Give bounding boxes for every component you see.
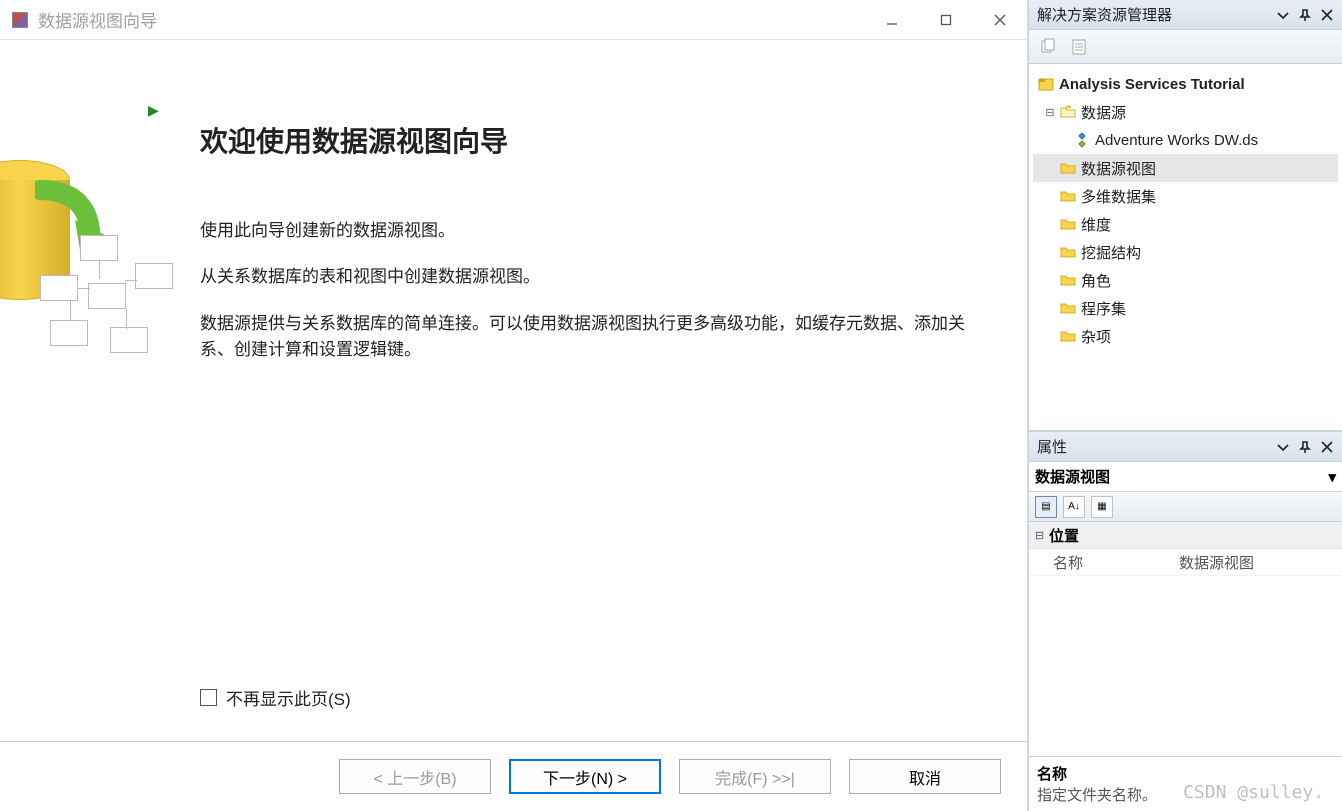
property-name: 名称 [1029, 549, 1179, 575]
properties-header: 属性 [1029, 432, 1342, 462]
wizard-dialog: 数据源视图向导 ▶ [0, 0, 1028, 811]
tree-label: 程序集 [1081, 298, 1126, 319]
properties-object-name: 数据源视图 [1035, 466, 1110, 487]
tree-folder-roles[interactable]: 角色 [1033, 266, 1338, 294]
categorized-button[interactable]: ▤ [1035, 496, 1057, 518]
wizard-side-graphic: ▶ [0, 40, 180, 741]
finish-button: 完成(F) >>| [679, 759, 831, 794]
back-button: < 上一步(B) [339, 759, 491, 794]
collapse-icon[interactable]: ⊟ [1043, 106, 1057, 119]
help-name: 名称 [1037, 763, 1334, 784]
checkbox-icon[interactable] [200, 689, 217, 706]
tree-item-datasource[interactable]: Adventure Works DW.ds [1033, 126, 1338, 154]
next-button[interactable]: 下一步(N) > [509, 759, 661, 794]
tree-label: 挖掘结构 [1081, 242, 1141, 263]
tree-label: Analysis Services Tutorial [1059, 76, 1245, 93]
property-row[interactable]: 名称 数据源视图 [1029, 549, 1342, 576]
wizard-body: ▶ 欢迎使用数据源视图向导 [0, 40, 1027, 741]
window-minimize-button[interactable] [865, 0, 919, 40]
datasource-icon [1073, 131, 1091, 149]
properties-grid[interactable]: ⊟ 位置 名称 数据源视图 [1029, 522, 1342, 756]
wizard-titlebar: 数据源视图向导 [0, 0, 1027, 40]
tree-folder-assemblies[interactable]: 程序集 [1033, 294, 1338, 322]
properties-title: 属性 [1037, 436, 1067, 457]
copy-icon[interactable] [1037, 36, 1059, 58]
tree-label: 数据源视图 [1081, 158, 1156, 179]
tree-folder-dimensions[interactable]: 维度 [1033, 210, 1338, 238]
folder-icon [1059, 159, 1077, 177]
tree-folder-cubes[interactable]: 多维数据集 [1033, 182, 1338, 210]
panel-close-button[interactable] [1316, 4, 1338, 26]
tree-label: 杂项 [1081, 326, 1111, 347]
tree-label: 维度 [1081, 214, 1111, 235]
tree-folder-misc[interactable]: 杂项 [1033, 322, 1338, 350]
skip-page-checkbox-row[interactable]: 不再显示此页(S) [200, 685, 351, 710]
project-icon [1037, 75, 1055, 93]
wizard-paragraph: 从关系数据库的表和视图中创建数据源视图。 [200, 264, 967, 290]
property-category[interactable]: ⊟ 位置 [1029, 522, 1342, 549]
tree-label: 数据源 [1081, 102, 1126, 123]
wizard-title: 数据源视图向导 [38, 7, 157, 32]
tree-label: Adventure Works DW.ds [1095, 132, 1258, 149]
panel-pin-button[interactable] [1294, 436, 1316, 458]
folder-icon [1059, 187, 1077, 205]
solution-explorer-toolbar [1029, 30, 1342, 64]
properties-object-selector[interactable]: 数据源视图 ▾ [1029, 462, 1342, 492]
folder-icon [1059, 243, 1077, 261]
wizard-description: 使用此向导创建新的数据源视图。 从关系数据库的表和视图中创建数据源视图。 数据源… [200, 218, 967, 363]
folder-icon [1059, 299, 1077, 317]
property-pages-button[interactable]: ▦ [1091, 496, 1113, 518]
tree-folder-datasources[interactable]: ⊟ 数据源 [1033, 98, 1338, 126]
solution-explorer-header: 解决方案资源管理器 [1029, 0, 1342, 30]
property-value[interactable]: 数据源视图 [1179, 549, 1342, 575]
panel-dropdown-button[interactable] [1272, 436, 1294, 458]
tree-label: 角色 [1081, 270, 1111, 291]
wizard-heading: 欢迎使用数据源视图向导 [200, 120, 967, 160]
tree-project-root[interactable]: Analysis Services Tutorial [1033, 70, 1338, 98]
properties-icon[interactable] [1069, 36, 1091, 58]
tree-folder-mining[interactable]: 挖掘结构 [1033, 238, 1338, 266]
cancel-button[interactable]: 取消 [849, 759, 1001, 794]
window-close-button[interactable] [973, 0, 1027, 40]
window-app-icon [12, 12, 28, 28]
alphabetical-button[interactable]: A↓ [1063, 496, 1085, 518]
tree-label: 多维数据集 [1081, 186, 1156, 207]
chevron-down-icon: ▾ [1328, 468, 1336, 486]
wizard-paragraph: 使用此向导创建新的数据源视图。 [200, 218, 967, 244]
window-maximize-button[interactable] [919, 0, 973, 40]
folder-icon [1059, 271, 1077, 289]
checkbox-label: 不再显示此页(S) [226, 685, 351, 710]
folder-icon [1059, 327, 1077, 345]
wizard-footer: < 上一步(B) 下一步(N) > 完成(F) >>| 取消 [0, 741, 1027, 811]
help-description: 指定文件夹名称。 [1037, 784, 1334, 805]
properties-help: 名称 指定文件夹名称。 [1029, 756, 1342, 811]
properties-toolbar: ▤ A↓ ▦ [1029, 492, 1342, 522]
tree-folder-dsv[interactable]: 数据源视图 [1033, 154, 1338, 182]
solution-explorer-tree[interactable]: Analysis Services Tutorial ⊟ 数据源 Adventu… [1029, 64, 1342, 431]
collapse-icon[interactable]: ⊟ [1035, 529, 1049, 542]
property-category-label: 位置 [1049, 525, 1079, 546]
wizard-paragraph: 数据源提供与关系数据库的简单连接。可以使用数据源视图执行更多高级功能，如缓存元数… [200, 311, 967, 364]
solution-explorer-title: 解决方案资源管理器 [1037, 4, 1172, 25]
panel-close-button[interactable] [1316, 436, 1338, 458]
panel-dropdown-button[interactable] [1272, 4, 1294, 26]
folder-open-icon [1059, 103, 1077, 121]
side-panels: 解决方案资源管理器 Analysis Services Tutorial ⊟ 数… [1028, 0, 1342, 811]
panel-pin-button[interactable] [1294, 4, 1316, 26]
wizard-content: 欢迎使用数据源视图向导 使用此向导创建新的数据源视图。 从关系数据库的表和视图中… [180, 40, 1027, 741]
folder-icon [1059, 215, 1077, 233]
properties-pane: 属性 数据源视图 ▾ ▤ A↓ ▦ ⊟ 位置 名称 数据源视图 名称 [1029, 431, 1342, 811]
play-icon: ▶ [148, 102, 159, 119]
